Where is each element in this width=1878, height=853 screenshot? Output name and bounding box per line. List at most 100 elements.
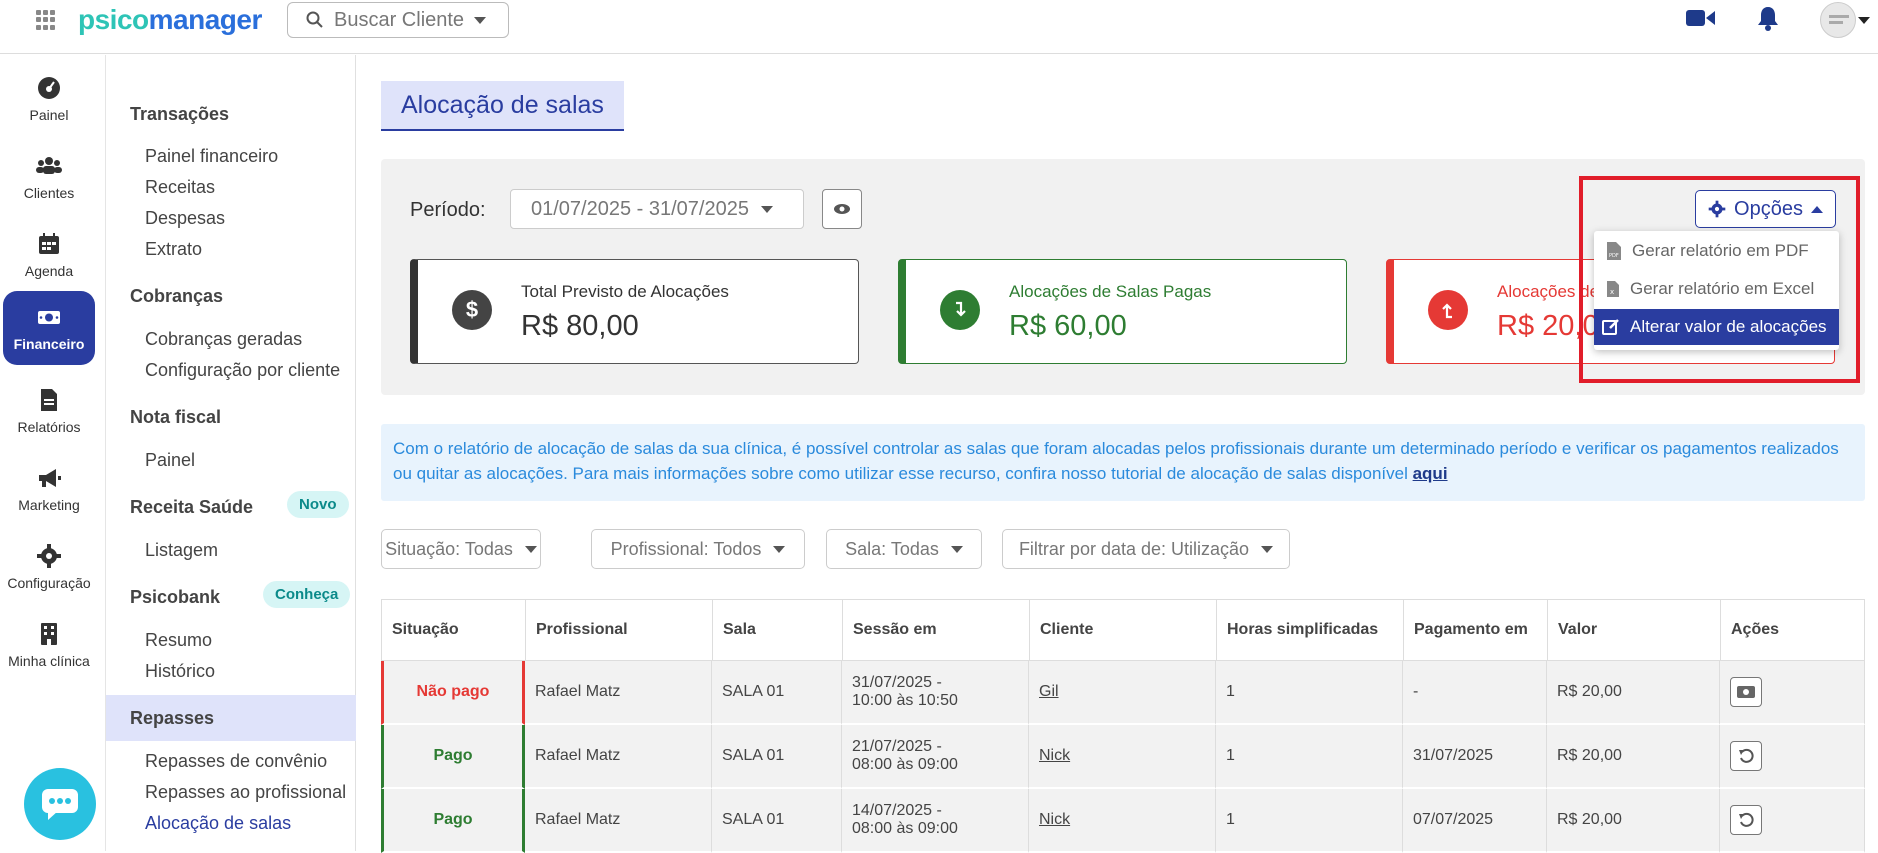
- video-call-icon[interactable]: [1686, 8, 1716, 33]
- allocations-table: Situação Profissional Sala Sessão em Cli…: [381, 599, 1865, 853]
- pay-button[interactable]: [1730, 677, 1762, 707]
- money-icon: [38, 311, 60, 324]
- nav-marketing[interactable]: Marketing: [3, 453, 95, 525]
- chevron-down-icon: [773, 545, 786, 553]
- submenu-listagem[interactable]: Listagem: [145, 540, 218, 561]
- submenu-receitas[interactable]: Receitas: [145, 177, 215, 198]
- col-acoes: Ações: [1720, 599, 1865, 661]
- table-row: Pago Rafael Matz SALA 01 14/07/2025 -08:…: [381, 789, 1865, 853]
- nav-agenda[interactable]: Agenda: [3, 219, 95, 291]
- col-cliente[interactable]: Cliente: [1029, 599, 1216, 661]
- submenu-config-cliente[interactable]: Configuração por cliente: [145, 360, 340, 381]
- dollar-icon: $: [452, 290, 492, 330]
- submenu-historico[interactable]: Histórico: [145, 661, 215, 682]
- building-icon: [41, 623, 57, 645]
- info-banner: Com o relatório de alocação de salas da …: [381, 424, 1865, 501]
- apps-grid-icon[interactable]: [36, 10, 56, 30]
- users-icon: [36, 157, 62, 174]
- status-badge: Não pago: [381, 661, 525, 725]
- col-sessao[interactable]: Sessão em: [842, 599, 1029, 661]
- notifications-bell-icon[interactable]: [1756, 5, 1780, 36]
- left-nav: Painel Clientes Agenda Financeiro Relató…: [0, 55, 106, 851]
- submenu-cobrancas-geradas[interactable]: Cobranças geradas: [145, 329, 302, 350]
- chevron-down-icon: [1261, 545, 1274, 553]
- col-situacao[interactable]: Situação: [381, 599, 525, 661]
- search-icon: [306, 11, 323, 28]
- table-row: Pago Rafael Matz SALA 01 21/07/2025 -08:…: [381, 725, 1865, 789]
- nav-minha-clinica[interactable]: Minha clínica: [3, 609, 95, 681]
- arrow-up-icon: [1428, 290, 1468, 330]
- tutorial-link[interactable]: aqui: [1413, 464, 1448, 483]
- section-psicobank: Psicobank: [130, 587, 221, 607]
- nav-configuracao[interactable]: Configuração: [3, 531, 95, 603]
- section-cobrancas: Cobranças: [130, 286, 224, 306]
- chevron-down-icon: [950, 545, 963, 553]
- search-client-dropdown[interactable]: Buscar Cliente: [287, 2, 509, 38]
- chevron-down-icon: [760, 205, 773, 213]
- table-header-row: Situação Profissional Sala Sessão em Cli…: [381, 599, 1865, 661]
- submenu-despesas[interactable]: Despesas: [145, 208, 225, 229]
- gauge-icon: [38, 77, 60, 99]
- chevron-down-icon: [524, 545, 537, 553]
- toggle-visibility-button[interactable]: [822, 189, 862, 229]
- submenu-painel-financeiro[interactable]: Painel financeiro: [145, 146, 278, 167]
- app-logo[interactable]: psicomanager: [78, 4, 262, 36]
- money-icon: [1737, 686, 1755, 698]
- avatar-caret-icon[interactable]: [1858, 16, 1870, 24]
- badge-conheca[interactable]: Conheça: [263, 581, 351, 608]
- undo-icon: [1739, 748, 1754, 763]
- report-icon: [41, 389, 57, 411]
- nav-clientes[interactable]: Clientes: [3, 141, 95, 213]
- nav-painel[interactable]: Painel: [3, 63, 95, 135]
- submenu-resumo[interactable]: Resumo: [145, 630, 212, 651]
- status-badge: Pago: [381, 789, 525, 853]
- submenu-extrato[interactable]: Extrato: [145, 239, 202, 260]
- main-content: Alocação de salas Período: 01/07/2025 - …: [357, 55, 1878, 853]
- client-link[interactable]: Gil: [1039, 683, 1059, 700]
- section-receita-saude: Receita Saúde: [130, 497, 254, 517]
- periodo-value: 01/07/2025 - 31/07/2025: [531, 197, 749, 220]
- submenu-alocacao-salas[interactable]: Alocação de salas: [145, 813, 291, 834]
- chat-support-button[interactable]: [24, 768, 96, 840]
- client-link[interactable]: Nick: [1039, 747, 1070, 764]
- client-link[interactable]: Nick: [1039, 811, 1070, 828]
- section-nota-fiscal: Nota fiscal: [130, 407, 222, 427]
- search-placeholder: Buscar Cliente: [334, 8, 465, 31]
- filter-profissional[interactable]: Profissional: Todos: [591, 529, 805, 569]
- filter-sala[interactable]: Sala: Todas: [826, 529, 982, 569]
- submenu-repasses-profissional[interactable]: Repasses ao profissional: [145, 782, 346, 803]
- arrow-down-icon: [940, 290, 980, 330]
- undo-payment-button[interactable]: [1730, 805, 1762, 835]
- periodo-label: Período:: [410, 199, 486, 221]
- periodo-select[interactable]: 01/07/2025 - 31/07/2025: [510, 189, 804, 229]
- card-total-previsto: $ Total Previsto de Alocações R$ 80,00: [410, 259, 859, 364]
- section-transacoes: Transações: [130, 104, 230, 124]
- col-pagamento[interactable]: Pagamento em: [1403, 599, 1547, 661]
- submenu-nf-painel[interactable]: Painel: [145, 450, 195, 471]
- section-repasses[interactable]: Repasses: [130, 708, 214, 729]
- col-horas[interactable]: Horas simplificadas: [1216, 599, 1403, 661]
- submenu-repasses-convenio[interactable]: Repasses de convênio: [145, 751, 327, 772]
- chevron-down-icon: [474, 16, 487, 24]
- status-badge: Pago: [381, 725, 525, 789]
- filter-situacao[interactable]: Situação: Todas: [381, 529, 541, 569]
- undo-icon: [1739, 812, 1754, 827]
- user-avatar[interactable]: [1820, 2, 1856, 38]
- financeiro-submenu: Transações Painel financeiro Receitas De…: [106, 55, 356, 851]
- nav-relatorios[interactable]: Relatórios: [3, 375, 95, 447]
- page-title: Alocação de salas: [381, 81, 624, 131]
- card-salas-pagas: Alocações de Salas Pagas R$ 60,00: [898, 259, 1347, 364]
- badge-novo: Novo: [287, 491, 349, 518]
- col-valor[interactable]: Valor: [1547, 599, 1720, 661]
- chat-icon: [42, 789, 78, 820]
- filter-data[interactable]: Filtrar por data de: Utilização: [1002, 529, 1290, 569]
- calendar-icon: [39, 233, 59, 254]
- eye-icon: [834, 204, 850, 214]
- nav-financeiro[interactable]: Financeiro: [3, 291, 95, 365]
- col-sala[interactable]: Sala: [712, 599, 842, 661]
- col-profissional[interactable]: Profissional: [525, 599, 712, 661]
- undo-payment-button[interactable]: [1730, 741, 1762, 771]
- megaphone-icon: [39, 469, 61, 487]
- gear-icon: [37, 544, 61, 568]
- top-bar: psicomanager Buscar Cliente: [0, 0, 1878, 54]
